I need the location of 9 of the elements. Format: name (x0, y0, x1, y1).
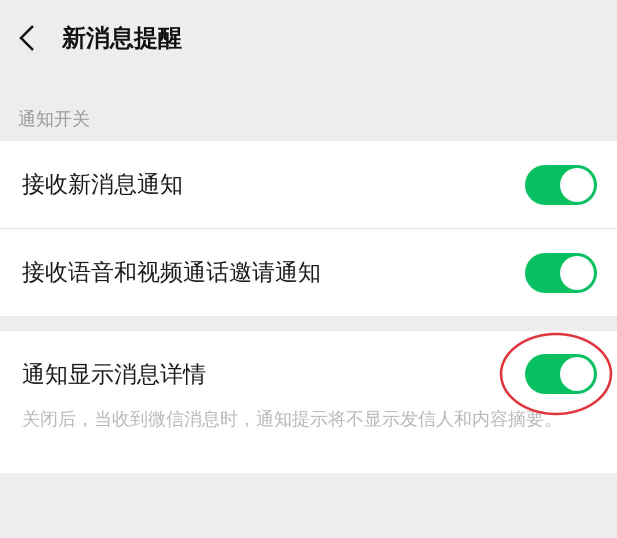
section-label: 通知开关 (17, 108, 91, 132)
setting-label: 通知显示消息详情 (22, 360, 206, 390)
setting-label: 接收新消息通知 (22, 171, 183, 200)
setting-label: 接收语音和视频通话邀请通知 (22, 259, 321, 288)
toggle-switch[interactable] (525, 164, 597, 204)
page-title: 新消息提醒 (62, 22, 182, 54)
back-icon[interactable] (18, 24, 36, 52)
toggle-switch[interactable] (525, 354, 597, 394)
toggle-switch[interactable] (525, 252, 597, 292)
